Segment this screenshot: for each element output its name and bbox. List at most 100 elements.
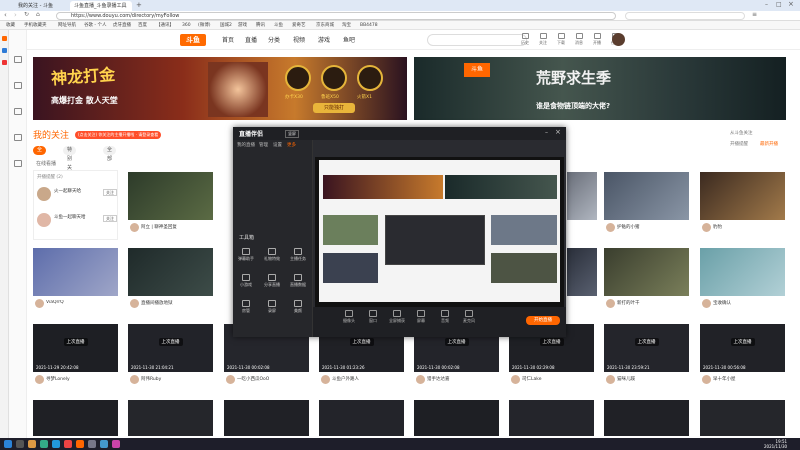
stream-thumbnail[interactable]: [414, 400, 499, 436]
system-clock[interactable]: 19:51 2021/11/30: [764, 439, 787, 449]
close-icon[interactable]: ×: [555, 128, 561, 136]
new-tab-icon[interactable]: +: [136, 1, 142, 9]
tool-gift[interactable]: 礼物特效: [263, 248, 281, 262]
follow-button[interactable]: 关注: [103, 215, 117, 222]
stream-card[interactable]: 阿立 | 聊神圣回复: [128, 172, 213, 241]
wechat-icon[interactable]: [40, 440, 48, 448]
bookmark-item[interactable]: 百度: [138, 21, 147, 30]
tool-share[interactable]: 分享直播: [263, 274, 281, 288]
companion-tab[interactable]: 我的直播: [237, 142, 255, 148]
link-latest[interactable]: 最新开播: [760, 141, 778, 147]
tool-message[interactable]: 消息: [571, 33, 587, 46]
stream-thumbnail[interactable]: [128, 400, 213, 436]
sidebar-item-video[interactable]: [11, 108, 25, 122]
list-item[interactable]: 火一起聊天哈 关注: [37, 185, 117, 205]
nav-fishbar[interactable]: 鱼吧: [343, 35, 355, 44]
nav-game[interactable]: 游戏: [318, 35, 330, 44]
bookmark-item[interactable]: 淘宝: [342, 21, 351, 30]
app-icon[interactable]: [2, 60, 7, 65]
follow-button[interactable]: 关注: [103, 189, 117, 196]
sidebar-item-home[interactable]: [11, 56, 25, 70]
url-input[interactable]: https://www.douyu.com/directory/myFollow: [56, 12, 616, 20]
stream-card[interactable]: 上次直播 2021-11-30 23:59:21 猫咪儿蹊: [604, 324, 689, 393]
refresh-icon[interactable]: ↻: [24, 11, 29, 18]
maximize-icon[interactable]: □: [776, 1, 782, 8]
douyu-logo[interactable]: 斗鱼: [180, 34, 206, 46]
stream-preview[interactable]: [315, 157, 564, 307]
sidebar-item-game[interactable]: [11, 134, 25, 148]
stream-card[interactable]: 新打的叶干: [604, 248, 689, 317]
tool-data[interactable]: 直播数据: [289, 274, 307, 288]
minimize-icon[interactable]: –: [765, 1, 768, 8]
app-icon[interactable]: [100, 440, 108, 448]
bookmark-item[interactable]: 爱奇艺: [292, 21, 306, 30]
sidebar-item-follow[interactable]: [11, 82, 25, 96]
bookmark-item[interactable]: (微博): [198, 21, 211, 30]
bookmark-item[interactable]: 腾讯: [256, 21, 265, 30]
companion-tab[interactable]: 设置: [273, 142, 282, 148]
tool-download[interactable]: 下载: [553, 33, 569, 46]
stream-thumbnail[interactable]: [509, 400, 594, 436]
bookmark-item[interactable]: 收藏: [6, 21, 15, 30]
stream-thumbnail[interactable]: [700, 400, 785, 436]
stream-card[interactable]: 上次直播 2021-11-30 21:04:21 阿伟Ruby: [128, 324, 213, 393]
bookmark-item[interactable]: 斗鱼: [274, 21, 283, 30]
minimize-icon[interactable]: –: [545, 129, 548, 136]
tool-beauty[interactable]: 美颜: [289, 300, 307, 314]
notice-banner[interactable]: (点击关注) 你关注的主播开播啦 · 请登录查看: [75, 131, 162, 139]
windows-start-icon[interactable]: [4, 440, 12, 448]
tool-danmu[interactable]: 弹幕助手: [237, 248, 255, 262]
site-search-input[interactable]: [427, 34, 527, 46]
source-mic[interactable]: 麦克风: [459, 310, 479, 324]
app-icon[interactable]: [88, 440, 96, 448]
link-douyu-follow[interactable]: 从斗鱼关注: [730, 130, 753, 136]
stream-card[interactable]: 豹豹: [700, 172, 785, 241]
nav-home[interactable]: 首页: [222, 35, 234, 44]
companion-tab[interactable]: 管理: [259, 142, 268, 148]
douyu-icon[interactable]: [76, 440, 84, 448]
menu-icon[interactable]: ≡: [752, 11, 757, 18]
bookmark-item[interactable]: 网址导航: [58, 21, 76, 30]
app-icon[interactable]: [112, 440, 120, 448]
bookmark-item[interactable]: 谷歌 - 个人: [84, 21, 106, 30]
bookmark-item[interactable]: 国城2: [220, 21, 232, 30]
stream-card[interactable]: 宝收确认: [700, 248, 785, 317]
bookmark-item[interactable]: 【通讯】: [156, 21, 174, 30]
banner-button[interactable]: 只能独打: [313, 103, 355, 113]
bookmark-item[interactable]: 游戏: [238, 21, 247, 30]
tool-history[interactable]: 历史: [517, 33, 533, 46]
stream-thumbnail[interactable]: [224, 400, 309, 436]
browser-icon[interactable]: [52, 440, 60, 448]
sidebar-item-more[interactable]: [11, 160, 25, 174]
app-icon[interactable]: [2, 48, 7, 53]
start-live-button[interactable]: 开始直播: [526, 316, 560, 325]
tool-golive[interactable]: 开播: [589, 33, 605, 46]
source-audio[interactable]: 音频: [435, 310, 455, 324]
stream-thumbnail[interactable]: [319, 400, 404, 436]
chip-dropdown[interactable]: 全部: [103, 146, 117, 162]
chip-all[interactable]: 全部: [33, 146, 47, 162]
link-remind[interactable]: 开播提醒: [730, 141, 748, 147]
chip-special[interactable]: 特别关注: [63, 146, 77, 180]
bookmark-item[interactable]: 京东商城: [316, 21, 334, 30]
mode-toggle[interactable]: 竖屏: [285, 130, 299, 138]
promo-banner-left[interactable]: 神龙打金 高爆打金 散人天堂 办卡X30 鲁班X50 火箭X1 只能独打: [33, 57, 407, 120]
online-button[interactable]: 在线看播: [36, 160, 56, 167]
tool-task[interactable]: 主播任务: [289, 248, 307, 262]
stream-card[interactable]: ViaQrrQ: [33, 248, 118, 317]
source-screen[interactable]: 屏幕: [411, 310, 431, 324]
bookmark-item[interactable]: 虎牙直播: [113, 21, 131, 30]
tab-follow[interactable]: 我的关注 - 斗鱼: [14, 1, 64, 11]
bookmark-item[interactable]: 360: [182, 21, 191, 30]
stream-card[interactable]: 上次直播 2021-11-30 00:56:08 早十年小屋: [700, 324, 785, 393]
nav-live[interactable]: 直播: [245, 35, 257, 44]
bookmark-item[interactable]: BB4478: [360, 21, 378, 30]
nav-category[interactable]: 分类: [268, 35, 280, 44]
tool-admin[interactable]: 房管: [237, 300, 255, 314]
search-input[interactable]: [625, 12, 745, 20]
app-icon[interactable]: [64, 440, 72, 448]
stream-card[interactable]: [567, 248, 597, 317]
forward-icon[interactable]: ›: [14, 11, 17, 19]
companion-tab[interactable]: 更多: [287, 142, 296, 148]
source-camera[interactable]: 摄像头: [339, 310, 359, 324]
